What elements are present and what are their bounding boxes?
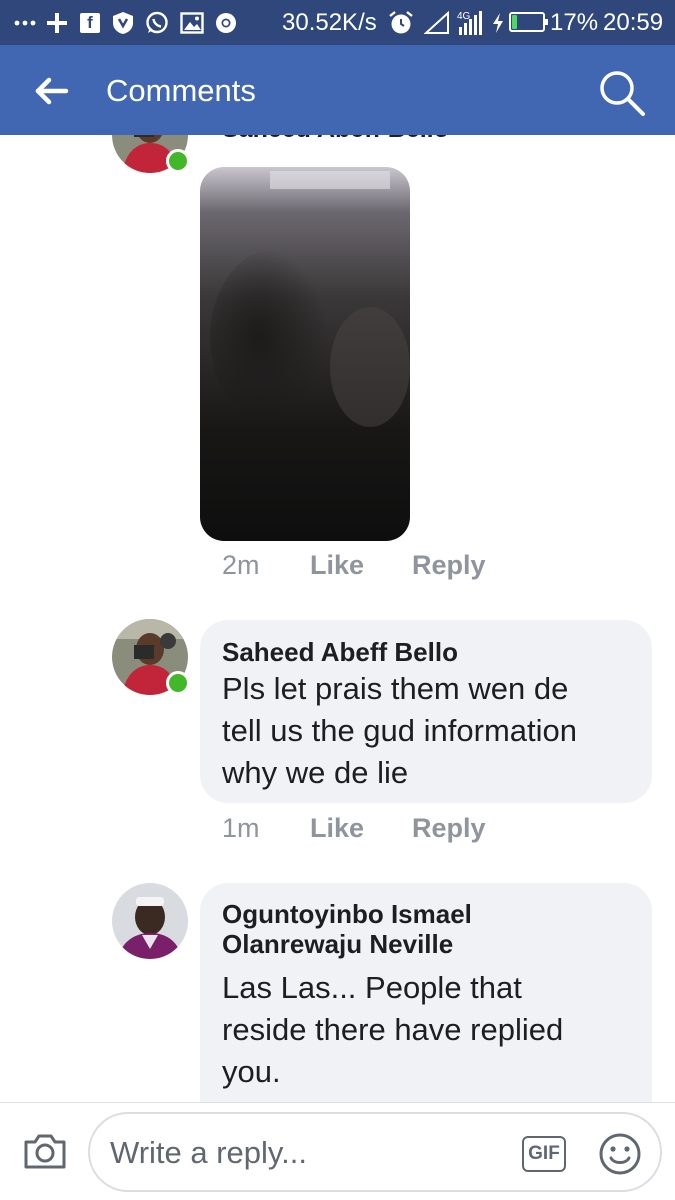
comment-bubble[interactable]: Saheed Abeff Bello Pls let prais them we… <box>200 620 652 803</box>
search-icon[interactable] <box>596 67 648 119</box>
like-button[interactable]: Like <box>310 549 364 581</box>
shield-icon <box>112 0 134 45</box>
reply-composer: Write a reply... GIF <box>0 1102 675 1200</box>
comment-text-line: reside there have replied <box>222 1012 564 1047</box>
comment-text-line: you. <box>222 1054 281 1089</box>
comment-author-line: Oguntoyinbo Ismael <box>222 899 472 929</box>
net-speed: 30.52K/s <box>282 8 377 36</box>
signal-icon <box>424 0 450 45</box>
clock: 20:59 <box>603 8 664 36</box>
comment-text-line: Las Las... People that <box>222 970 522 1005</box>
reply-input[interactable]: Write a reply... GIF <box>88 1112 662 1192</box>
comment-text-line: Pls let prais them wen de <box>222 671 569 706</box>
comments-list[interactable]: Saheed Abeff Bello <box>0 135 675 1102</box>
network-icon: 4G <box>456 0 484 45</box>
back-arrow-icon[interactable] <box>30 71 74 111</box>
chrome-icon <box>214 0 238 45</box>
charging-icon <box>491 0 505 45</box>
video-thumbnail[interactable] <box>200 167 410 541</box>
alarm-icon <box>388 0 414 45</box>
reply-button[interactable]: Reply <box>412 812 486 844</box>
camera-icon[interactable] <box>22 1131 68 1171</box>
plus-icon <box>46 0 68 45</box>
comment-text-line: tell us the gud information <box>222 713 577 748</box>
comment-text: Las Las... People that reside there have… <box>222 967 563 1093</box>
facebook-icon: f <box>80 0 100 45</box>
gif-button[interactable]: GIF <box>522 1136 566 1172</box>
battery-icon <box>509 12 548 32</box>
reply-placeholder: Write a reply... <box>110 1135 307 1170</box>
comment-text: Pls let prais them wen de tell us the gu… <box>222 668 577 794</box>
comment-author[interactable]: Saheed Abeff Bello <box>222 135 449 144</box>
app-bar: Comments <box>0 45 675 135</box>
comment-time: 2m <box>222 550 260 580</box>
more-dots-icon <box>14 0 36 45</box>
network-type-label: 4G <box>457 11 471 22</box>
status-bar: f 30.52K/s 4G 17% 20:59 <box>0 0 675 45</box>
online-indicator <box>166 149 190 173</box>
image-icon <box>180 0 204 45</box>
comment-text-line: why we de lie <box>222 755 409 790</box>
battery-level <box>512 15 518 29</box>
comment-bubble[interactable]: Oguntoyinbo Ismael Olanrewaju Neville La… <box>200 883 652 1102</box>
emoji-icon[interactable] <box>598 1132 642 1176</box>
page-title: Comments <box>106 73 256 108</box>
reply-button[interactable]: Reply <box>412 549 486 581</box>
comment-actions: 2m Like Reply <box>222 549 522 581</box>
comment-author[interactable]: Saheed Abeff Bello <box>222 637 458 667</box>
comment-time: 1m <box>222 813 260 843</box>
online-indicator <box>166 671 190 695</box>
comment-author-line: Olanrewaju Neville <box>222 929 454 959</box>
comment-actions: 1m Like Reply <box>222 812 522 844</box>
whatsapp-icon <box>145 0 169 45</box>
like-button[interactable]: Like <box>310 812 364 844</box>
avatar[interactable] <box>112 883 188 959</box>
comment-author[interactable]: Oguntoyinbo Ismael Olanrewaju Neville <box>222 899 472 959</box>
battery-percent: 17% <box>550 8 599 36</box>
